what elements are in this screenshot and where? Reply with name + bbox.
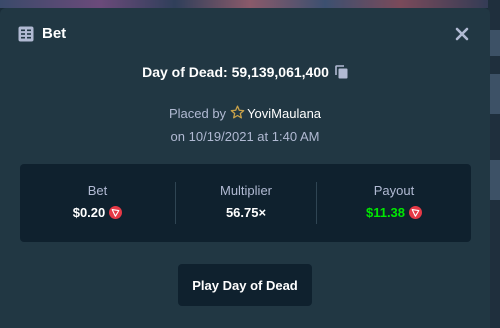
tron-coin-icon <box>409 206 423 219</box>
bet-modal: Bet Day of Dead: 59,139,061,400 Placed b… <box>0 8 490 328</box>
stat-multiplier: Multiplier 56.75× <box>176 164 316 242</box>
stat-payout-label: Payout <box>373 183 415 198</box>
star-icon <box>230 105 245 119</box>
modal-title: Bet <box>42 25 67 42</box>
stat-payout-value-row: $11.38 <box>317 205 471 220</box>
tron-coin-icon <box>109 206 123 219</box>
stat-bet-value: $0.20 <box>72 205 106 220</box>
stat-multiplier-value: 56.75× <box>225 205 267 220</box>
stat-payout-value: $11.38 <box>365 205 406 220</box>
game-bet-id: Day of Dead: 59,139,061,400 <box>0 64 490 80</box>
placed-date: on 10/19/2021 at 1:40 AM <box>170 129 320 144</box>
stat-payout: Payout $11.38 <box>317 164 471 242</box>
modal-header: Bet <box>0 8 490 58</box>
close-icon[interactable] <box>453 25 471 43</box>
game-bet-id-text: Day of Dead: 59,139,061,400 <box>142 64 329 80</box>
play-game-button[interactable]: Play Day of Dead <box>178 264 312 306</box>
stat-bet-label: Bet <box>87 183 108 198</box>
stat-multiplier-label: Multiplier <box>219 183 272 198</box>
placed-by-prefix: Placed by <box>168 106 227 121</box>
username-link[interactable]: YoviMaulana <box>247 106 321 121</box>
placed-by-line: Placed by YoviMaulana <box>0 105 490 121</box>
stat-bet-value-row: $0.20 <box>20 205 175 220</box>
stat-bet: Bet $0.20 <box>20 164 175 242</box>
copy-icon[interactable] <box>335 65 348 79</box>
bet-slip-icon <box>18 26 34 42</box>
background-page-strip <box>0 0 500 8</box>
bet-stats-panel: Bet $0.20 Multiplier 56.75× Payout $11.3… <box>20 164 471 242</box>
